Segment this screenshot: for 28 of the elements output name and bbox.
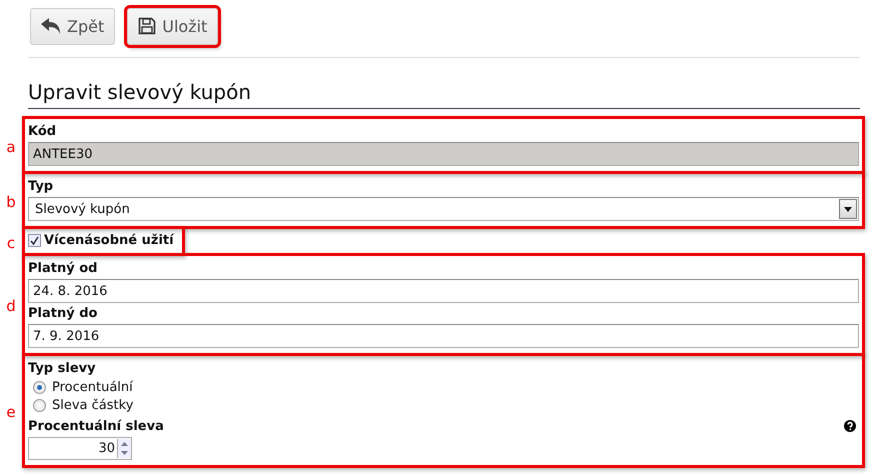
radio-label: Procentuální <box>52 380 133 395</box>
annotation-letter: b <box>6 192 16 210</box>
annotation-letter: a <box>6 138 16 156</box>
field-label: Typ <box>28 178 54 195</box>
spinner-icon[interactable] <box>117 439 131 458</box>
text-field[interactable]: 7. 9. 2016 <box>28 324 859 348</box>
number-field[interactable]: 30 <box>28 437 132 460</box>
dropdown[interactable]: Slevový kupón <box>28 197 859 221</box>
radio-label: Sleva částky <box>52 398 134 413</box>
field-label: Procentuální sleva <box>28 418 164 435</box>
caret-icon <box>839 199 857 219</box>
reply-arrow-icon <box>41 18 61 34</box>
save-icon <box>138 17 156 35</box>
text-field[interactable]: 24. 8. 2016 <box>28 279 859 303</box>
help-icon[interactable] <box>844 420 856 432</box>
checkbox-label: Vícenásobné užití <box>44 233 174 248</box>
annotation-letter: e <box>6 403 16 421</box>
radio-button[interactable] <box>33 381 46 394</box>
annotation-letter: d <box>6 297 16 315</box>
field-label: Typ slevy <box>28 360 97 377</box>
radio-button[interactable] <box>33 399 46 412</box>
back-button[interactable]: Zpět <box>30 8 116 44</box>
field-label: Platný do <box>28 305 98 322</box>
annotation-letter: c <box>6 234 16 252</box>
checkbox[interactable] <box>28 234 41 247</box>
field-label: Kód <box>28 123 58 140</box>
field-label: Platný od <box>28 260 98 277</box>
page-title: Upravit slevový kupón <box>28 80 860 109</box>
